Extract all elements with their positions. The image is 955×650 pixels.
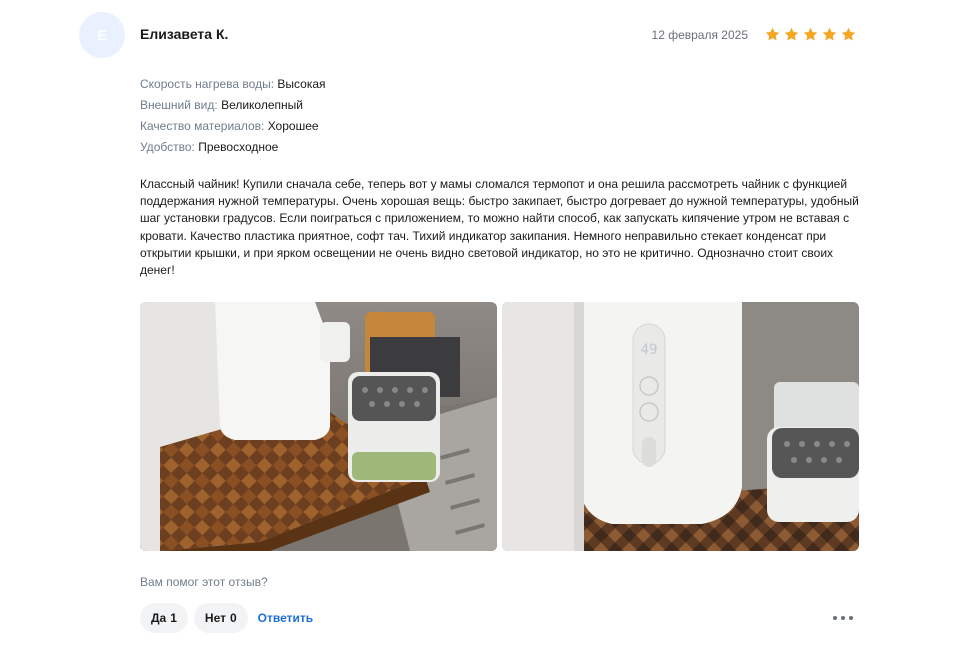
attribute-label: Скорость нагрева воды:: [140, 77, 275, 91]
display-reading: 49: [641, 342, 658, 358]
attribute-label: Внешний вид:: [140, 98, 218, 112]
attribute-value: Хорошее: [267, 119, 319, 133]
attribute-label: Качество материалов:: [140, 119, 265, 133]
no-count: 0: [229, 611, 237, 625]
review-photo-2[interactable]: 49: [502, 302, 859, 551]
helpful-question: Вам помог этот отзыв?: [140, 575, 268, 589]
review-date: 12 февраля 2025: [651, 28, 748, 42]
avatar[interactable]: Е: [79, 12, 125, 58]
star-icon: [784, 27, 799, 41]
helpful-no-button[interactable]: Нет 0: [193, 603, 248, 633]
attribute-value: Превосходное: [198, 140, 279, 154]
star-icon: [841, 27, 856, 41]
star-icon: [822, 27, 837, 41]
star-icon: [803, 27, 818, 41]
attribute-value: Высокая: [277, 77, 326, 91]
review-attributes: Скорость нагрева воды: Высокая Внешний в…: [140, 74, 326, 158]
review-card: Е Елизавета К. 12 февраля 2025 Скорость …: [0, 0, 955, 650]
attribute-row: Удобство: Превосходное: [140, 137, 326, 158]
helpful-yes-button[interactable]: Да 1: [140, 603, 188, 633]
rating-stars: [764, 26, 857, 43]
reply-link[interactable]: Ответить: [258, 611, 313, 625]
review-photos: 49: [140, 302, 859, 551]
attribute-row: Качество материалов: Хорошее: [140, 116, 326, 137]
more-horizontal-icon[interactable]: [833, 611, 853, 625]
author-name[interactable]: Елизавета К.: [140, 26, 228, 42]
yes-count: 1: [170, 611, 177, 625]
attribute-value: Великолепный: [221, 98, 303, 112]
avatar-letter: Е: [97, 27, 107, 43]
more-dot: [833, 616, 837, 620]
no-label: Нет: [204, 611, 226, 625]
more-dot: [841, 616, 845, 620]
feedback-actions: Да 1 Нет 0 Ответить: [140, 603, 313, 633]
attribute-row: Внешний вид: Великолепный: [140, 95, 326, 116]
attribute-label: Удобство:: [140, 140, 195, 154]
review-photo-1[interactable]: [140, 302, 497, 551]
review-text: Классный чайник! Купили сначала себе, те…: [140, 177, 859, 278]
star-icon: [765, 27, 780, 41]
yes-label: Да: [151, 611, 167, 625]
more-dot: [849, 616, 853, 620]
attribute-row: Скорость нагрева воды: Высокая: [140, 74, 326, 95]
